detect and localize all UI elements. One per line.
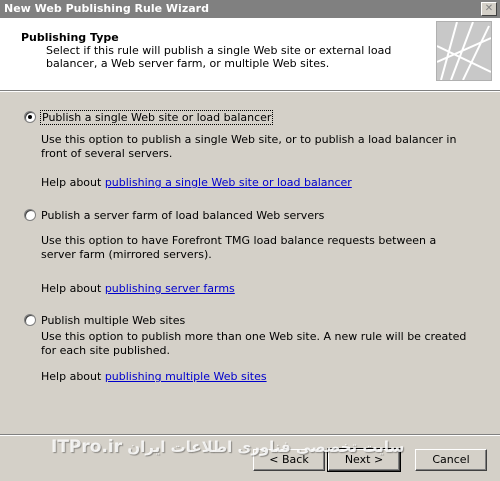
back-button[interactable]: < Back (253, 449, 325, 471)
help-link-multiple-sites[interactable]: publishing multiple Web sites (105, 370, 267, 383)
help-prefix: Help about (41, 176, 105, 189)
page-description: Select if this rule will publish a singl… (46, 44, 392, 70)
header-separator (0, 90, 500, 92)
help-link-single-site[interactable]: publishing a single Web site or load bal… (105, 176, 352, 189)
option-server-farm-label[interactable]: Publish a server farm of load balanced W… (41, 209, 324, 222)
help-single-site: Help about publishing a single Web site … (41, 176, 352, 189)
watermark-brand: ITPro.ir (51, 437, 123, 457)
option-server-farm[interactable]: Publish a server farm of load balanced W… (24, 208, 324, 222)
help-multiple-sites: Help about publishing multiple Web sites (41, 370, 267, 383)
radio-single-site[interactable] (24, 111, 36, 123)
option-multiple-sites-description: Use this option to publish more than one… (41, 330, 467, 357)
window-title: New Web Publishing Rule Wizard (4, 2, 209, 15)
next-button[interactable]: Next > (327, 448, 401, 472)
option-multiple-sites-label[interactable]: Publish multiple Web sites (41, 314, 185, 327)
option-multiple-sites[interactable]: Publish multiple Web sites (24, 313, 185, 327)
option-server-farm-description: Use this option to have Forefront TMG lo… (41, 234, 437, 261)
option-single-site-description: Use this option to publish a single Web … (41, 133, 457, 160)
help-prefix: Help about (41, 370, 105, 383)
option-single-site[interactable]: Publish a single Web site or load balanc… (24, 109, 274, 125)
title-bar: New Web Publishing Rule Wizard ✕ (0, 0, 500, 18)
close-button[interactable]: ✕ (481, 2, 497, 16)
help-prefix: Help about (41, 282, 105, 295)
footer-separator (0, 434, 500, 436)
wizard-header: Publishing Type Select if this rule will… (0, 18, 500, 90)
help-server-farm: Help about publishing server farms (41, 282, 235, 295)
close-icon: ✕ (484, 3, 494, 14)
radio-multiple-sites[interactable] (24, 314, 36, 326)
option-single-site-label[interactable]: Publish a single Web site or load balanc… (39, 109, 274, 125)
page-title: Publishing Type (21, 31, 119, 44)
cancel-button[interactable]: Cancel (415, 449, 487, 471)
wizard-banner-icon (436, 21, 492, 81)
help-link-server-farm[interactable]: publishing server farms (105, 282, 235, 295)
radio-server-farm[interactable] (24, 209, 36, 221)
